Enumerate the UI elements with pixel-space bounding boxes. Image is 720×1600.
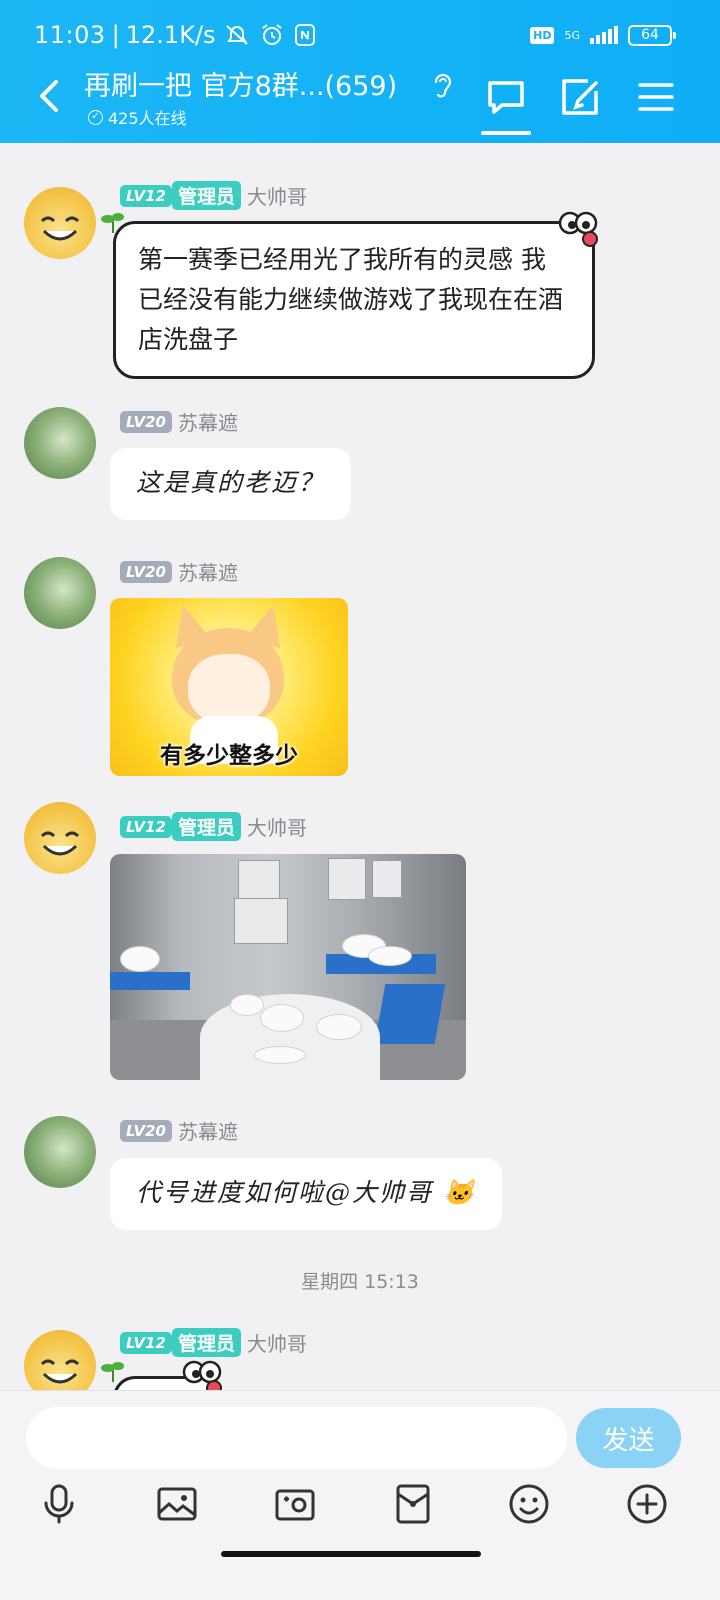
photo-plate: [230, 994, 264, 1016]
photo-plate: [368, 946, 412, 966]
sender-name[interactable]: 大帅哥: [247, 181, 307, 210]
photo-icon: [157, 1487, 197, 1521]
level-badge: LV20: [120, 1119, 172, 1142]
message-bubble[interactable]: 代号进度如何啦@大帅哥 🐱: [110, 1158, 503, 1230]
photo-poster: [238, 860, 280, 902]
photo-plate: [254, 1046, 306, 1064]
sender-meta: LV12 管理员 大帅哥: [120, 181, 307, 210]
sender-meta: LV20 苏幕遮: [120, 557, 238, 586]
red-packet-icon: [396, 1484, 430, 1524]
sender-name[interactable]: 苏幕遮: [178, 407, 238, 436]
avatar[interactable]: [24, 557, 96, 629]
red-packet-button[interactable]: [392, 1483, 434, 1525]
signal-icon: [590, 26, 618, 44]
photo-rack: [110, 972, 190, 990]
online-count: ✓ 425人在线: [88, 105, 187, 129]
photo-plate: [120, 946, 160, 972]
photo-poster: [372, 860, 402, 898]
level-badge: LV20: [120, 560, 172, 583]
photo-plate: [316, 1014, 362, 1040]
status-time: 11:03: [34, 21, 106, 49]
plus-icon: [627, 1484, 667, 1524]
voice-button[interactable]: [38, 1483, 80, 1525]
active-tab-indicator: [481, 131, 531, 135]
microphone-icon: [44, 1484, 74, 1524]
send-button[interactable]: 发送: [576, 1408, 681, 1468]
sun-smiley-icon: [40, 831, 80, 856]
hd-badge: HD: [530, 26, 555, 44]
photo-poster: [328, 858, 366, 900]
sender-meta: LV20 苏幕遮: [120, 407, 238, 436]
sender-meta: LV12 管理员 大帅哥: [120, 812, 307, 841]
photo-plate: [260, 1004, 304, 1032]
edit-icon: [562, 79, 598, 115]
sprout-icon: [101, 1362, 124, 1382]
photo-rack: [374, 984, 446, 1044]
date-separator: 星期四 15:13: [301, 1271, 419, 1293]
input-area: 发送: [0, 1390, 720, 1600]
sender-meta: LV20 苏幕遮: [120, 1116, 238, 1145]
role-badge: 管理员: [171, 181, 241, 210]
sender-meta: LV12 管理员 大帅哥: [120, 1328, 307, 1357]
frog-decoration-icon: [558, 211, 598, 247]
status-network-speed: 12.1K/s: [125, 21, 216, 49]
chat-tab-button[interactable]: [484, 75, 528, 119]
network-type: 5G: [564, 28, 580, 42]
home-indicator[interactable]: [221, 1551, 481, 1557]
mute-icon: [225, 25, 248, 45]
menu-icon: [638, 83, 674, 111]
role-badge: 管理员: [171, 812, 241, 841]
battery-icon: 64: [628, 24, 676, 46]
level-badge: LV20: [120, 410, 172, 433]
sender-name[interactable]: 苏幕遮: [178, 1116, 238, 1145]
message-bubble[interactable]: 第一赛季已经用光了我所有的灵感 我已经没有能力继续做游戏了我现在在酒店洗盘子: [113, 221, 595, 379]
emoji-icon: [509, 1484, 549, 1524]
check-circle-icon: ✓: [88, 109, 103, 125]
alarm-icon: [261, 24, 282, 45]
hearing-icon[interactable]: [432, 70, 454, 100]
edit-button[interactable]: [558, 75, 602, 119]
avatar[interactable]: [24, 802, 96, 874]
level-badge: LV12: [120, 1331, 172, 1354]
back-arrow-icon[interactable]: [34, 78, 64, 114]
sender-name[interactable]: 大帅哥: [247, 812, 307, 841]
chat-icon: [488, 81, 524, 114]
photo-button[interactable]: [156, 1483, 198, 1525]
sticker-caption: 有多少整多少: [160, 743, 298, 769]
status-divider: |: [111, 21, 120, 49]
group-title[interactable]: 再刷一把 官方8群...(659): [84, 64, 397, 103]
photo-image[interactable]: [110, 854, 466, 1080]
avatar[interactable]: [24, 187, 96, 259]
photo-poster: [234, 898, 288, 944]
emoji-button[interactable]: [508, 1483, 550, 1525]
camera-button[interactable]: [274, 1483, 316, 1525]
camera-icon: [275, 1489, 315, 1521]
sender-name[interactable]: 大帅哥: [247, 1328, 307, 1357]
role-badge: 管理员: [171, 1328, 241, 1357]
chat-header: 11:03 | 12.1K/s HD 5G 64 再刷一把 官方8群...(65…: [0, 0, 720, 143]
message-input[interactable]: [26, 1407, 567, 1469]
cat-face: [188, 654, 270, 724]
nfc-icon: [294, 24, 315, 46]
level-badge: LV12: [120, 184, 172, 207]
online-count-label: 425人在线: [108, 109, 187, 128]
level-badge: LV12: [120, 815, 172, 838]
sticker-image[interactable]: 有多少整多少: [110, 598, 348, 776]
more-button[interactable]: [626, 1483, 668, 1525]
sender-name[interactable]: 苏幕遮: [178, 557, 238, 586]
message-bubble[interactable]: 这是真的老迈？: [110, 448, 352, 520]
status-bar: 11:03 | 12.1K/s HD 5G 64: [34, 18, 676, 52]
avatar[interactable]: [24, 1116, 96, 1188]
avatar[interactable]: [24, 407, 96, 479]
input-toolbar: [0, 1483, 720, 1527]
menu-button[interactable]: [634, 75, 678, 119]
sun-smiley-icon: [40, 216, 80, 241]
